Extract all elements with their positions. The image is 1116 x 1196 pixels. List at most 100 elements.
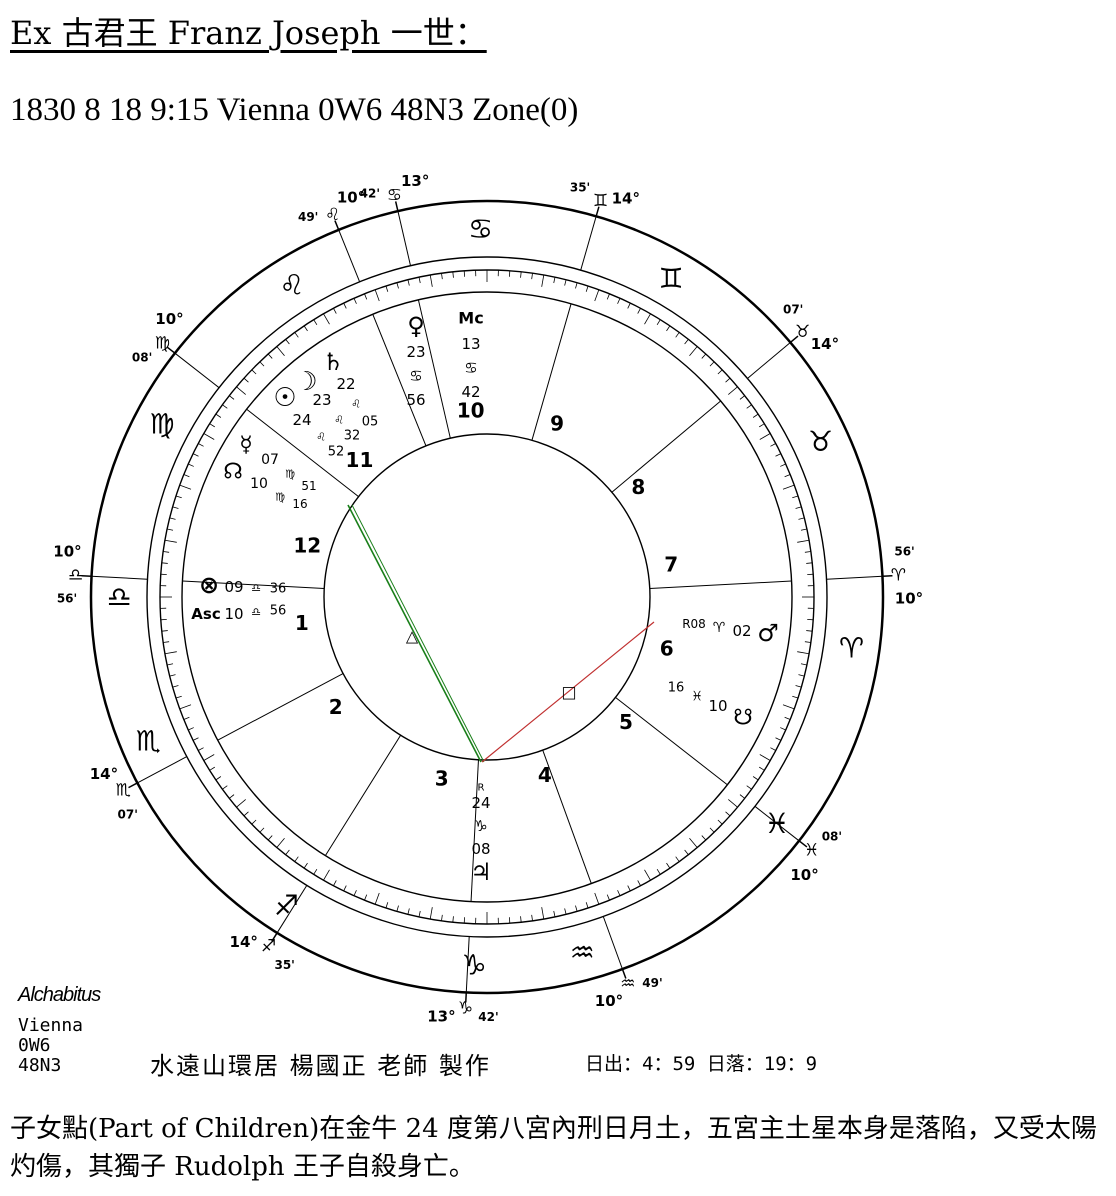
degree-tick <box>531 273 533 280</box>
planet-position-text: 05 <box>362 415 379 430</box>
degree-tick <box>222 404 228 409</box>
degree-tick <box>303 325 308 332</box>
zodiac-sign-glyph: ♏ <box>136 724 161 757</box>
degree-tick <box>323 313 330 325</box>
degree-tick <box>617 298 621 304</box>
jupiter-glyph: ♃ <box>470 858 492 886</box>
cusp-degree: 10° <box>790 866 818 884</box>
degree-tick <box>276 838 285 848</box>
degree-tick <box>531 914 533 921</box>
zodiac-sign-glyph: ♊ <box>658 262 683 295</box>
planet-position-text: 24 <box>292 411 311 429</box>
degree-tick <box>575 282 578 289</box>
degree-tick <box>541 274 545 287</box>
zodiac-sign-glyph: ♉ <box>808 425 833 458</box>
planet-position-text: 22 <box>336 375 355 393</box>
degree-tick <box>797 539 810 543</box>
degree-tick <box>770 747 776 751</box>
degree-tick <box>798 517 805 520</box>
cusp-minute: 35' <box>570 180 590 194</box>
degree-tick <box>323 869 330 881</box>
planet-position-text: ♋ <box>464 359 477 377</box>
degree-tick <box>656 319 661 325</box>
degree-tick <box>795 685 802 688</box>
degree-tick <box>188 463 194 467</box>
degree-tick <box>739 794 745 799</box>
cusp-sign-glyph: ♉ <box>795 322 810 342</box>
degree-tick <box>752 413 759 418</box>
degree-tick <box>725 377 731 383</box>
degree-tick <box>364 894 368 901</box>
degree-tick <box>739 395 745 400</box>
zodiac-sign-glyph: ♐ <box>274 889 299 922</box>
zodiac-sign-glyph: ♎ <box>106 581 131 614</box>
degree-tick <box>203 754 215 761</box>
planet-position-text: ♋ <box>409 367 422 385</box>
natal-chart-wheel: ♋13°42' ♊ 14°35'♉14°07'♈10°56'♓10°08'♒10°4… <box>53 172 923 1025</box>
planet-position-text: 42 <box>461 383 480 401</box>
planet-position-text: 02 <box>732 622 751 640</box>
degree-tick <box>752 776 759 781</box>
trine-aspect-symbol: △ <box>406 627 419 646</box>
degree-tick <box>229 395 235 400</box>
zodiac-sign-glyph: ♒ <box>570 936 595 969</box>
cusp-degree: 13° <box>427 1008 455 1026</box>
square-aspect-symbol: □ <box>561 683 576 702</box>
degree-tick <box>259 361 265 367</box>
zodiac-sign-glyph: ♑ <box>462 948 487 981</box>
degree-tick <box>746 404 752 409</box>
degree-tick <box>161 562 168 564</box>
planet-position-text: 32 <box>344 429 361 444</box>
cusp-degree: 10° <box>53 542 81 560</box>
degree-tick <box>183 474 190 478</box>
house-number: 6 <box>660 637 674 661</box>
planet-position-text: R <box>478 783 485 794</box>
cusp-sign-glyph: ♋ <box>387 186 402 206</box>
degree-tick <box>564 279 567 286</box>
degree-tick <box>396 282 399 289</box>
planet-position-text: 23 <box>406 343 425 361</box>
degree-tick <box>728 799 738 808</box>
chart-ring <box>146 256 828 938</box>
degree-tick <box>644 313 651 325</box>
cusp-sign-glyph: ♍ <box>155 333 170 353</box>
degree-tick <box>759 766 765 771</box>
planet-position-text: ♎ <box>251 606 261 619</box>
degree-tick <box>294 332 299 338</box>
cusp-sign-glyph: ♎ <box>68 565 83 585</box>
house-number: 12 <box>293 533 321 557</box>
degree-tick <box>627 302 631 309</box>
location-line: 48N3 <box>18 1055 62 1076</box>
birth-info: 1830 8 18 9:15 Vienna 0W6 48N3 Zone(0) <box>10 92 579 128</box>
degree-tick <box>267 835 273 841</box>
cusp-line-outer <box>91 575 148 580</box>
degree-tick <box>407 908 410 915</box>
outer-cusp-labels: ♋13°42' ♊ 14°35'♉14°07'♈10°56'♓10°08'♒10°4… <box>53 172 923 1025</box>
degree-tick <box>164 651 177 655</box>
planet-labels: ♀23♋56Mc13♋42♃R24♑08♄22♌05☽23♌32☉24♌52☿0… <box>191 309 778 887</box>
degree-tick <box>775 453 782 457</box>
house-system-label: Alchabitus <box>18 984 101 1006</box>
degree-tick <box>606 293 610 300</box>
degree-tick <box>164 539 177 543</box>
cusp-sign-glyph: ♈ <box>891 565 906 585</box>
degree-tick <box>553 277 556 284</box>
degree-tick <box>418 277 421 284</box>
degree-tick <box>795 506 802 509</box>
zodiac-sign-glyph: ♌ <box>279 268 304 301</box>
ascendant-label: Asc <box>191 605 220 623</box>
cusp-line-outer <box>338 229 361 282</box>
cusp-line-outer <box>602 916 623 970</box>
degree-tick <box>215 776 222 781</box>
cusp-minute: 08' <box>132 350 152 364</box>
degree-tick <box>385 902 389 909</box>
house-number: 9 <box>550 412 564 436</box>
degree-tick <box>806 562 813 564</box>
house-number: 4 <box>538 763 552 787</box>
degree-tick <box>594 892 600 905</box>
planet-position-text: ♌ <box>351 398 361 411</box>
planet-position-text: 10 <box>708 697 727 715</box>
degree-tick <box>192 453 199 457</box>
degree-tick <box>637 308 641 314</box>
chart-ring <box>323 433 651 761</box>
